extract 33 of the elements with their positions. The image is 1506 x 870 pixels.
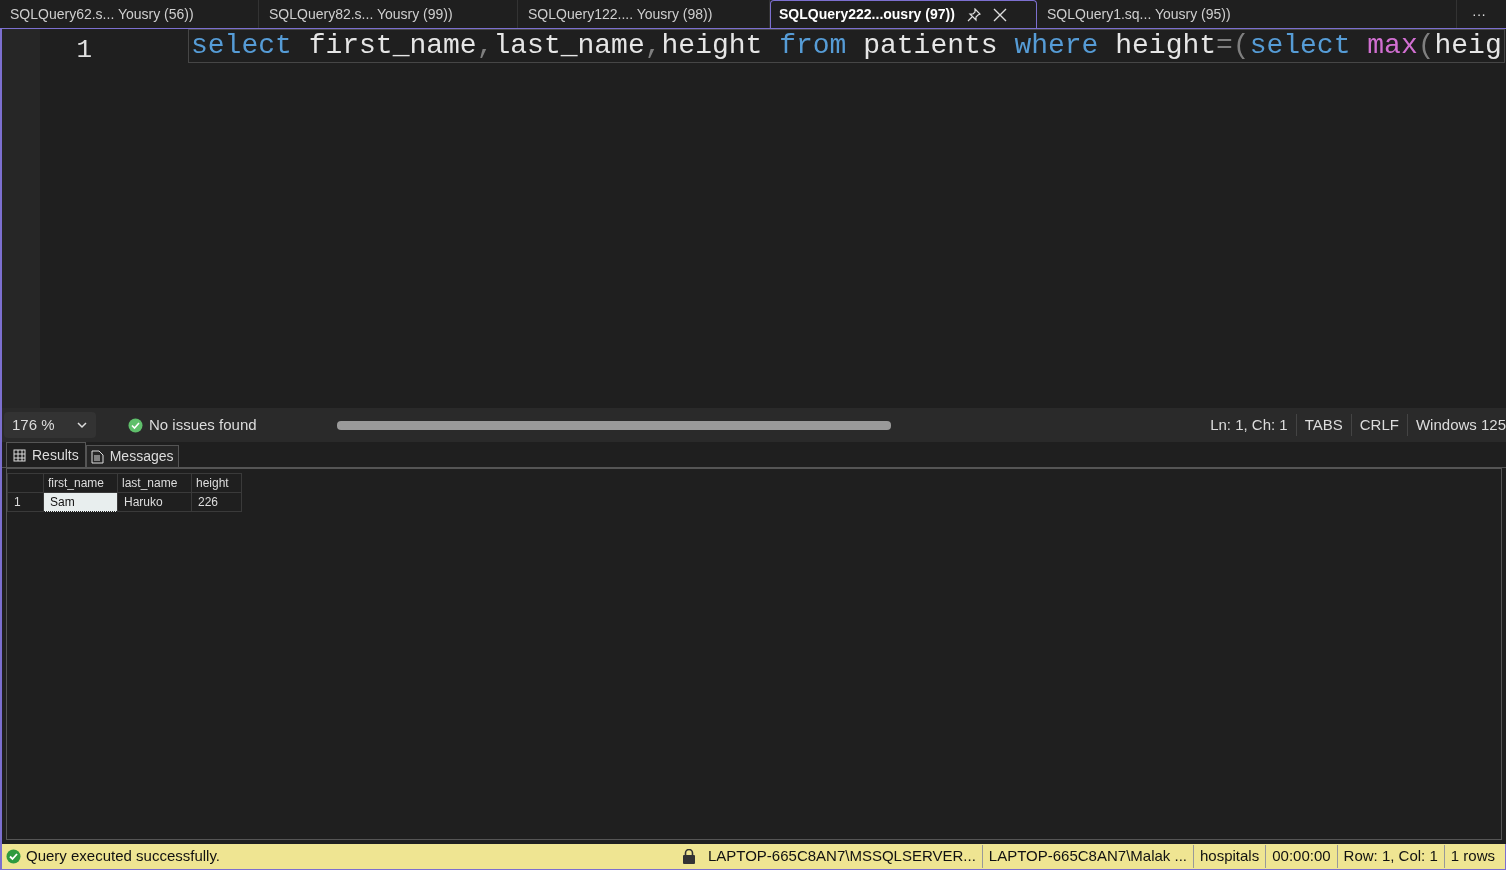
scrollbar-thumb[interactable]	[336, 420, 891, 430]
column-header[interactable]: height	[191, 473, 242, 493]
status-item: hospitals	[1194, 845, 1267, 868]
column-header[interactable]: last_name	[117, 473, 192, 493]
status-item: LAPTOP-665C8AN7\MSSQLSERVER...	[701, 845, 983, 868]
cursor-position[interactable]: Ln: 1, Ch: 1	[1202, 413, 1297, 437]
status-message: Query executed successfully.	[26, 846, 220, 867]
table-cell: Haruko	[117, 492, 192, 512]
success-icon	[6, 849, 21, 864]
row-number: 1	[7, 492, 44, 512]
chevron-icon	[76, 421, 88, 429]
more-tabs-button[interactable]: ···	[1472, 3, 1486, 25]
table-cell: 226	[191, 492, 242, 512]
results-tab[interactable]: Results	[6, 442, 86, 467]
lock-icon	[681, 849, 696, 864]
status-item: 00:00:00	[1266, 845, 1338, 868]
encoding[interactable]: Windows 125	[1407, 413, 1506, 437]
results-tab[interactable]: Messages	[85, 445, 179, 467]
check-icon	[128, 417, 143, 433]
status-item: Row: 1, Col: 1	[1337, 845, 1445, 868]
grid-icon	[13, 448, 26, 462]
issues-status: No issues found	[149, 414, 257, 435]
column-header[interactable]: first_name	[43, 473, 118, 493]
indent-mode[interactable]: TABS	[1296, 413, 1352, 437]
pin-icon[interactable]	[966, 7, 981, 22]
zoom-dropdown[interactable]: 176 %	[4, 412, 96, 438]
line-ending[interactable]: CRLF	[1351, 413, 1408, 437]
document-tab[interactable]: SQLQuery222...ousry (97))	[770, 0, 1037, 28]
document-icon	[90, 449, 104, 464]
status-item: LAPTOP-665C8AN7\Malak ...	[982, 845, 1194, 868]
close-icon[interactable]	[992, 7, 1007, 22]
line-number: 1	[75, 34, 92, 67]
status-item: 1 rows	[1449, 846, 1496, 867]
